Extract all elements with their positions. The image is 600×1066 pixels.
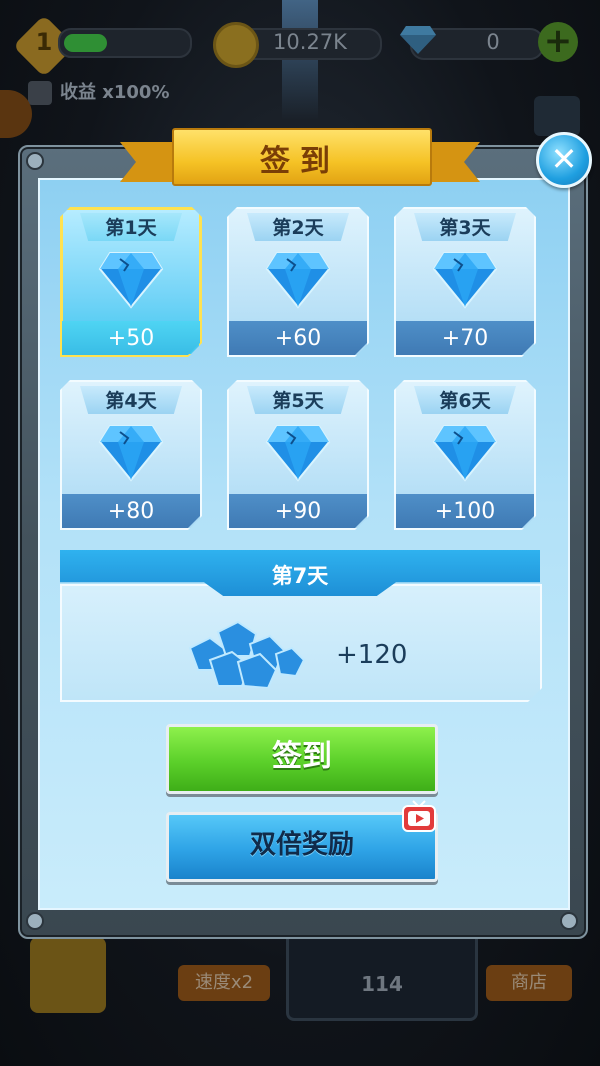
screw-decoration [26, 912, 44, 930]
diamond-icon [432, 425, 498, 482]
video-tv-icon [402, 800, 436, 832]
diamond-icon [400, 26, 436, 54]
level-number: 1 [35, 28, 53, 56]
diamond-icon [432, 252, 498, 309]
day-card-1[interactable]: 第1天 +50 [60, 207, 202, 357]
day-card-5[interactable]: 第5天 +90 [227, 380, 369, 530]
settings-gear-icon[interactable] [534, 96, 580, 136]
modal-title: 签到 [260, 144, 340, 179]
day-label: 第2天 [272, 217, 324, 239]
reward-amount: +90 [274, 499, 322, 524]
diamond-icon [265, 252, 331, 309]
top-hud: 1 10.27K 0 + [0, 14, 600, 78]
income-text: 收益 x100% [60, 82, 170, 103]
close-button[interactable]: ✕ [536, 132, 592, 188]
reward-amount: +70 [441, 326, 489, 351]
level-progress-fill [64, 34, 107, 52]
day7-label: 第7天 [271, 564, 329, 588]
coin-value: 10.27K [273, 30, 347, 54]
reward-amount: +50 [107, 326, 155, 351]
buy-slot-button[interactable]: 114 [286, 925, 478, 1021]
buy-cost: 114 [361, 972, 403, 996]
screw-decoration [560, 912, 578, 930]
day7-card[interactable]: 第7天 +120 [60, 550, 540, 700]
gem-value: 0 [486, 30, 500, 54]
diamond-icon [265, 425, 331, 482]
day-label: 第4天 [105, 390, 157, 412]
income-multiplier: 收益 x100% [28, 78, 170, 105]
diamond-icon [98, 425, 164, 482]
day-label: 第1天 [105, 217, 157, 239]
screw-decoration [26, 152, 44, 170]
level-progress-bar [58, 28, 192, 58]
add-gems-button[interactable]: + [538, 22, 578, 62]
day-label: 第3天 [439, 217, 491, 239]
day-card-6[interactable]: 第6天 +100 [394, 380, 536, 530]
speed-button[interactable]: 速度x2 [178, 965, 270, 1001]
day-card-3[interactable]: 第3天 +70 [394, 207, 536, 357]
reward-amount: +100 [434, 499, 496, 524]
sign-in-button[interactable]: 签到 [166, 724, 438, 794]
gem-pile-icon [188, 620, 306, 688]
income-arrow-icon [28, 81, 52, 105]
reward-amount: +80 [107, 499, 155, 524]
double-reward-button[interactable]: 双倍奖励 [166, 812, 438, 882]
day-card-4[interactable]: 第4天 +80 [60, 380, 202, 530]
day-label: 第6天 [439, 390, 491, 412]
day7-reward: +120 [336, 640, 408, 670]
reward-amount: +60 [274, 326, 322, 351]
day-label: 第5天 [272, 390, 324, 412]
shop-button[interactable]: 商店 [486, 965, 572, 1001]
day-card-2[interactable]: 第2天 +60 [227, 207, 369, 357]
diamond-icon [98, 252, 164, 309]
recycle-bin-button[interactable] [30, 937, 106, 1013]
